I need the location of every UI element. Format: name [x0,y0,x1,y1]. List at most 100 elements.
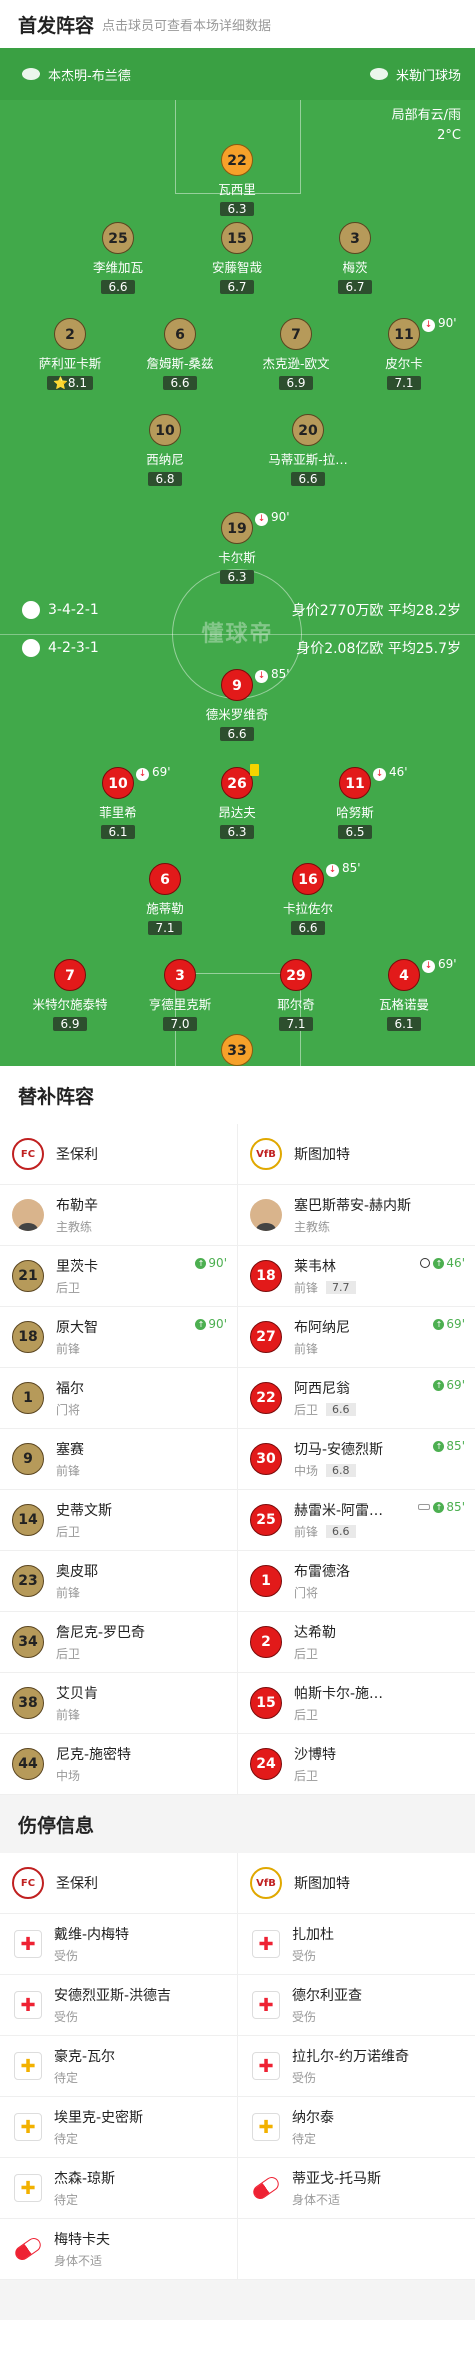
player-name: 安藤智哉 [211,260,262,275]
sub-player[interactable]: 44 尼克-施密特 中场 [0,1734,238,1794]
injury-status: 待定 [54,2193,79,2207]
player-rating: 6.3 [227,825,247,839]
list-row: FC 圣保利 VfB 斯图加特 [0,1853,475,1914]
sub-player[interactable]: 34 詹尼克-罗巴奇 后卫 [0,1612,238,1672]
player-rating: 6.1 [394,1017,414,1031]
sub-player[interactable]: 9 塞赛 前锋 [0,1429,238,1489]
player-rating: 6.7 [227,280,247,294]
rating-badge: 6.7 [220,280,254,294]
injured-player[interactable]: 梅特卡夫 身体不适 [0,2219,238,2279]
sub-player[interactable]: 18 原大智 前锋 ↑ 90' [0,1307,238,1367]
injury-status: 待定 [54,2132,79,2146]
player-position: 前锋 [56,1708,81,1722]
list-row: FC 圣保利 VfB 斯图加特 [0,1124,475,1185]
coach-name: 塞巴斯蒂安-赫内斯 [294,1198,412,1214]
rating-badge: 6.3 [220,202,254,216]
sub-player[interactable]: 1 福尔 门将 [0,1368,238,1428]
sub-player[interactable]: 25 赫雷米-阿雷… 前锋 6.6 ↑ 85' [238,1490,475,1550]
injured-player[interactable]: ✚ 安德烈亚斯-洪德吉 受伤 [0,1975,238,2035]
injured-player[interactable]: ✚ 扎加杜 受伤 [238,1914,475,1974]
injured-player[interactable]: ✚ 杰森-琼斯 待定 [0,2158,238,2218]
away-coach[interactable]: 塞巴斯蒂安-赫内斯 主教练 [238,1185,475,1245]
sub-in-icon: ↑ [433,1501,445,1513]
injured-player[interactable]: 蒂亚戈-托马斯 身体不适 [238,2158,475,2218]
player-rating: 6.8 [155,472,175,486]
sub-player[interactable]: 14 史蒂文斯 后卫 [0,1490,238,1550]
player-number: 6 [149,863,181,895]
sub-player[interactable]: 38 艾贝肯前锋 [0,1673,238,1733]
player-name: 艾贝肯 [56,1686,98,1702]
player-number: 21 [12,1260,44,1292]
away-player[interactable]: 9 ↓ 85' 德米罗维奇 6.6 [172,667,302,742]
sub-player[interactable]: 18 莱韦林 前锋 7.7 ↑ 46' [238,1246,475,1306]
rating-badge: 6.6 [326,1403,356,1416]
player-position: 前锋 [56,1586,81,1600]
away-team-cell[interactable]: VfB 斯图加特 [238,1853,475,1913]
weather-condition: 局部有云/雨 [391,108,461,123]
sub-player[interactable]: 24 沙博特 后卫 [238,1734,475,1794]
home-player[interactable]: 6 詹姆斯-桑兹 6.6 [115,318,245,391]
sub-player[interactable]: 27 布阿纳尼 前锋 ↑ 69' [238,1307,475,1367]
away-player[interactable]: 3 亨德里克斯 7.0 [115,959,245,1032]
injured-player[interactable]: ✚ 德尔利亚查 受伤 [238,1975,475,2035]
sub-player[interactable]: 21 里茨卡 后卫 ↑ 90' [0,1246,238,1306]
home-player[interactable]: 3 梅茨 6.7 [290,222,420,295]
away-player[interactable]: 16 ↓ 85' 卡拉佐尔 6.6 [243,861,373,936]
home-venue-name: 本杰明-布兰德 [48,68,131,84]
away-player[interactable]: 6 施蒂勒 7.1 [100,863,230,936]
away-value: 身价2.08亿欧 平均25.7岁 [296,641,461,657]
home-player[interactable]: 10 西纳尼 6.8 [100,414,230,487]
away-player[interactable]: 26 昂达夫 6.3 [172,764,302,840]
player-number: 15 [221,222,253,254]
stuttgart-crest-icon: VfB [250,1867,282,1899]
injured-player[interactable]: ✚ 拉扎尔-约万诺维奇 受伤 [238,2036,475,2096]
player-rating: 7.1 [155,921,175,935]
injured-player[interactable]: ✚ 豪克-瓦尔 待定 [0,2036,238,2096]
home-player[interactable]: 11 ↓ 90' 皮尔卡 7.1 [339,316,469,391]
away-player[interactable]: 33努贝尔7.7 [172,1034,302,1066]
team-name: 圣保利 [56,1876,98,1892]
injured-player[interactable]: ✚ 埃里克-史密斯 待定 [0,2097,238,2157]
player-number: 6 [164,318,196,350]
player-number: 23 [12,1565,44,1597]
home-player[interactable]: 22 瓦西里 6.3 [172,144,302,217]
sub-player[interactable]: 1 布雷德洛 门将 [238,1551,475,1611]
rating-badge: 6.6 [220,727,254,741]
injured-player[interactable]: ✚ 纳尔泰 待定 [238,2097,475,2157]
home-player[interactable]: 19 ↓ 90' 卡尔斯 6.3 [172,510,302,585]
away-player[interactable]: 4 ↓ 69' 瓦格诺曼 6.1 [339,957,469,1032]
injury-status: 受伤 [54,2010,79,2024]
sub-player[interactable]: 2 达希勒 后卫 [238,1612,475,1672]
sub-player[interactable]: 22 阿西尼翁 后卫 6.6 ↑ 69' [238,1368,475,1428]
player-number: 11 [339,767,371,799]
home-player[interactable]: 15 安藤智哉 6.7 [172,222,302,295]
away-venue: 米勒门球场 [362,65,461,84]
away-team-cell[interactable]: VfB 斯图加特 [238,1124,475,1184]
away-player[interactable]: 11 ↓ 46' 哈努斯 6.5 [290,765,420,840]
team-name: 斯图加特 [294,1147,350,1163]
away-player[interactable]: 10 ↓ 69' 菲里希 6.1 [53,765,183,840]
home-team-cell[interactable]: FC 圣保利 [0,1853,238,1913]
player-position: 后卫 6.6 [294,1401,356,1418]
player-name: 梅茨 [342,260,368,275]
home-coach[interactable]: 布勒辛 主教练 [0,1185,238,1245]
home-player[interactable]: 20 马蒂亚斯-拉… 6.6 [243,414,373,487]
sub-player[interactable]: 23 奥皮耶 前锋 [0,1551,238,1611]
sub-in-time: ↑ 90' [195,1317,227,1331]
rating-badge: 6.7 [338,280,372,294]
player-name: 豪克-瓦尔 [54,2049,116,2065]
whistle-icon [418,1504,431,1510]
sub-in-time: ↑ 85' [418,1500,465,1514]
home-player[interactable]: 25 李维加瓦 6.6 [53,222,183,295]
list-row: 21 里茨卡 后卫 ↑ 90' 18 莱韦林 前锋 7.7 ↑ 46' [0,1246,475,1307]
sub-player[interactable]: 30 切马-安德烈斯 中场 6.8 ↑ 85' [238,1429,475,1489]
sub-player[interactable]: 15 帕斯卡尔-施… 后卫 [238,1673,475,1733]
player-number: 38 [12,1687,44,1719]
player-position: 门将 [56,1403,81,1417]
player-name: 德米罗维奇 [205,707,269,722]
home-team-cell[interactable]: FC 圣保利 [0,1124,238,1184]
lineup-title: 首发阵容 [18,14,95,37]
doubtful-cross-icon: ✚ [14,2052,42,2080]
player-name: 亨德里克斯 [148,997,212,1012]
injured-player[interactable]: ✚ 戴维-内梅特 受伤 [0,1914,238,1974]
